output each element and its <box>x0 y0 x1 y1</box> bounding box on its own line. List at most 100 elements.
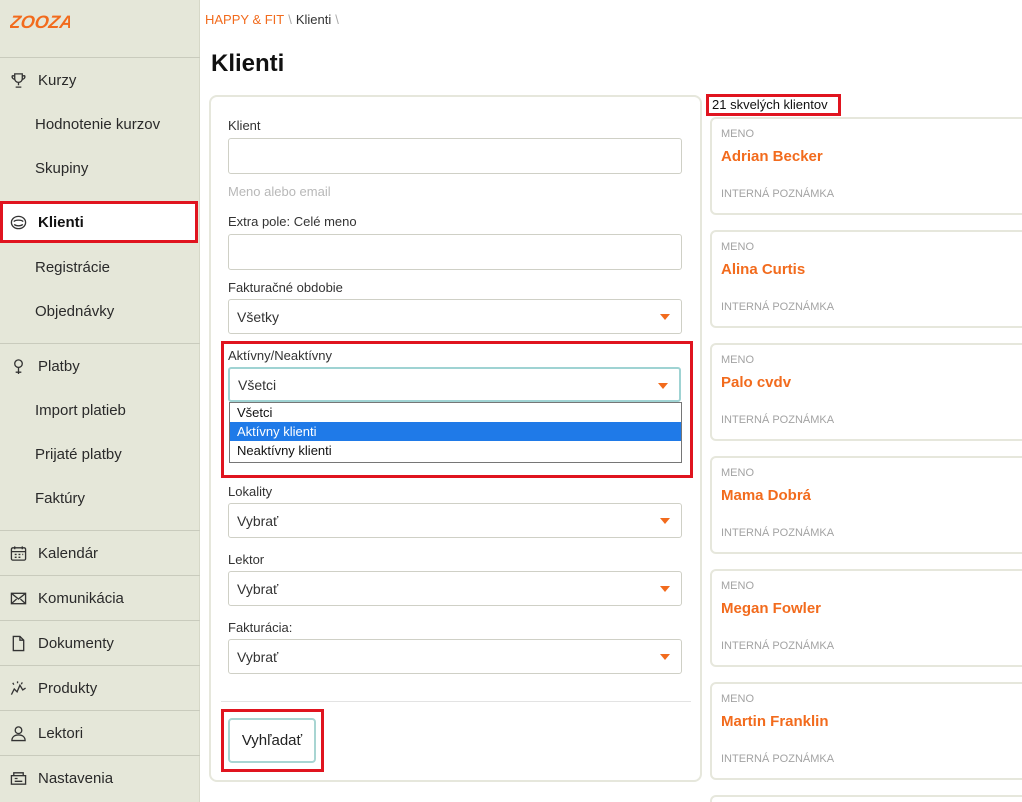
lector-value: Vybrať <box>237 580 279 597</box>
lector-select[interactable]: Vybrať <box>228 571 682 606</box>
sidebar-item-label: Lektori <box>38 724 84 742</box>
sidebar-item-label: Skupiny <box>35 159 89 177</box>
chevron-down-icon <box>658 383 668 389</box>
chevron-down-icon <box>660 314 670 320</box>
sidebar-item-registracie[interactable]: Registrácie <box>0 245 200 289</box>
client-card[interactable]: MENO Palo cvdv INTERNÁ POZNÁMKA <box>710 343 1022 441</box>
billing-period-label: Fakturačné obdobie <box>228 280 343 295</box>
sidebar-item-klienti[interactable]: Klienti <box>0 201 198 243</box>
sidebar-item-komunikacia[interactable]: Komunikácia <box>0 576 200 620</box>
sidebar-item-kalendar[interactable]: Kalendár <box>0 531 200 575</box>
sidebar-item-prijate-platby[interactable]: Prijaté platby <box>0 432 200 476</box>
sidebar-item-label: Kalendár <box>38 544 99 562</box>
document-icon <box>9 634 27 652</box>
sidebar-item-nastavenia[interactable]: Nastavenia <box>0 756 200 800</box>
chevron-down-icon <box>660 654 670 660</box>
sidebar-item-label: Prijaté platby <box>35 445 122 463</box>
invoicing-value: Vybrať <box>237 648 279 665</box>
search-button[interactable]: Vyhľadať <box>228 718 316 763</box>
dropdown-option-vsetci[interactable]: Všetci <box>230 403 681 422</box>
sidebar-item-dokumenty[interactable]: Dokumenty <box>0 621 200 665</box>
client-name[interactable]: Alina Curtis <box>721 261 805 278</box>
chevron-down-icon <box>660 518 670 524</box>
client-card[interactable]: MENO Alina Curtis INTERNÁ POZNÁMKA <box>710 230 1022 328</box>
active-status-dropdown: Všetci Aktívny klienti Neaktívny klienti <box>229 402 682 463</box>
active-status-value: Všetci <box>238 376 277 393</box>
client-label: Klient <box>228 118 261 133</box>
client-card[interactable] <box>710 795 1022 802</box>
sidebar-item-import-platieb[interactable]: Import platieb <box>0 388 200 432</box>
sidebar-item-lektori[interactable]: Lektori <box>0 711 200 755</box>
client-card[interactable]: MENO Martin Franklin INTERNÁ POZNÁMKA <box>710 682 1022 780</box>
breadcrumb-page[interactable]: Klienti <box>296 12 331 27</box>
name-label: MENO <box>721 128 754 140</box>
sidebar-item-label: Nastavenia <box>38 769 114 787</box>
internal-note-label: INTERNÁ POZNÁMKA <box>721 301 835 313</box>
breadcrumb-separator: \ <box>335 12 339 27</box>
person-icon <box>9 724 27 742</box>
sidebar-item-label: Komunikácia <box>38 589 124 607</box>
trophy-icon <box>9 71 27 89</box>
sidebar-item-label: Faktúry <box>35 489 86 507</box>
extra-field-label: Extra pole: Celé meno <box>228 214 357 229</box>
client-name[interactable]: Adrian Becker <box>721 148 823 165</box>
locality-value: Vybrať <box>237 512 279 529</box>
extra-field-input[interactable] <box>228 234 682 270</box>
invoicing-select[interactable]: Vybrať <box>228 639 682 674</box>
money-icon <box>9 357 27 375</box>
settings-icon <box>9 769 27 787</box>
client-card[interactable]: MENO Adrian Becker INTERNÁ POZNÁMKA <box>710 117 1022 215</box>
sidebar-item-label: Import platieb <box>35 401 126 419</box>
internal-note-label: INTERNÁ POZNÁMKA <box>721 640 835 652</box>
billing-period-value: Všetky <box>237 308 280 325</box>
calendar-icon <box>9 544 27 562</box>
client-card[interactable]: MENO Megan Fowler INTERNÁ POZNÁMKA <box>710 569 1022 667</box>
client-card[interactable]: MENO Mama Dobrá INTERNÁ POZNÁMKA <box>710 456 1022 554</box>
sidebar-item-faktury[interactable]: Faktúry <box>0 476 200 520</box>
envelope-icon <box>9 589 27 607</box>
name-label: MENO <box>721 241 754 253</box>
breadcrumb: HAPPY & FIT \ Klienti \ <box>205 12 343 27</box>
dropdown-option-neaktivny-klienti[interactable]: Neaktívny klienti <box>230 441 681 460</box>
sidebar-item-label: Objednávky <box>35 302 115 320</box>
active-status-label: Aktívny/Neaktívny <box>228 348 333 363</box>
products-icon <box>9 679 27 697</box>
sidebar-item-label: Produkty <box>38 679 98 697</box>
active-status-select[interactable]: Všetci <box>228 367 681 402</box>
name-label: MENO <box>721 580 754 592</box>
sidebar-item-produkty[interactable]: Produkty <box>0 666 200 710</box>
breadcrumb-org[interactable]: HAPPY & FIT <box>205 12 284 27</box>
sidebar-item-label: Platby <box>38 357 80 375</box>
zooza-logo[interactable]: ZOOZA <box>7 7 74 35</box>
sidebar-item-hodnotenie-kurzov[interactable]: Hodnotenie kurzov <box>0 102 200 146</box>
svg-text:ZOOZA: ZOOZA <box>10 12 70 32</box>
dropdown-option-aktivny-klienti[interactable]: Aktívny klienti <box>230 422 681 441</box>
panel-divider <box>221 701 691 702</box>
locality-label: Lokality <box>228 484 273 499</box>
breadcrumb-separator: \ <box>288 12 292 27</box>
chevron-down-icon <box>660 586 670 592</box>
name-label: MENO <box>721 354 754 366</box>
page-title: Klienti <box>211 50 285 77</box>
locality-select[interactable]: Vybrať <box>228 503 682 538</box>
internal-note-label: INTERNÁ POZNÁMKA <box>721 188 835 200</box>
client-name[interactable]: Martin Franklin <box>721 713 829 730</box>
internal-note-label: INTERNÁ POZNÁMKA <box>721 753 835 765</box>
sidebar-item-kurzy[interactable]: Kurzy <box>0 58 200 102</box>
client-search-input[interactable] <box>228 138 682 174</box>
sidebar-item-label: Klienti <box>38 213 84 231</box>
users-icon <box>9 213 27 231</box>
sidebar-item-objednavky[interactable]: Objednávky <box>0 289 200 333</box>
sidebar-item-platby[interactable]: Platby <box>0 344 200 388</box>
sidebar-item-skupiny[interactable]: Skupiny <box>0 146 200 190</box>
sidebar-item-label: Kurzy <box>38 71 77 89</box>
client-name[interactable]: Palo cvdv <box>721 374 791 391</box>
billing-period-select[interactable]: Všetky <box>228 299 682 334</box>
sidebar-item-label: Dokumenty <box>38 634 114 652</box>
lector-label: Lektor <box>228 552 265 567</box>
client-name[interactable]: Megan Fowler <box>721 600 821 617</box>
sidebar: ZOOZA Kurzy Hodnotenie kurzov Skupiny Kl… <box>0 0 200 802</box>
name-label: MENO <box>721 693 754 705</box>
client-name[interactable]: Mama Dobrá <box>721 487 811 504</box>
internal-note-label: INTERNÁ POZNÁMKA <box>721 414 835 426</box>
